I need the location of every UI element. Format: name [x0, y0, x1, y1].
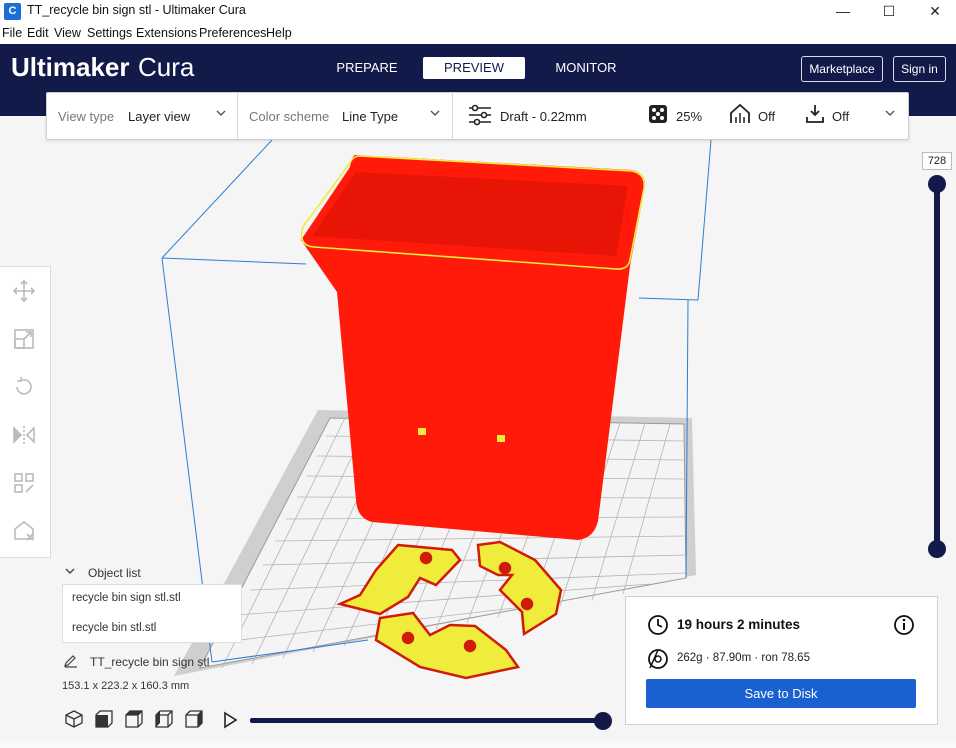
chevron-down-icon[interactable]	[215, 107, 227, 119]
scale-icon[interactable]	[12, 327, 36, 351]
menu-help[interactable]: Help	[266, 26, 292, 40]
minimize-button[interactable]: —	[820, 0, 866, 24]
support-value[interactable]: Off	[758, 109, 775, 124]
adhesion-icon[interactable]	[804, 103, 826, 125]
object-list-title[interactable]: Object list	[88, 566, 141, 580]
model-tools-panel	[0, 266, 51, 558]
window-titlebar: C TT_recycle bin sign stl - Ultimaker Cu…	[0, 0, 956, 24]
view-settings-toolbar: View type Layer view Color scheme Line T…	[46, 92, 909, 140]
list-item[interactable]: recycle bin sign stl.stl	[72, 592, 181, 604]
print-profile[interactable]: Draft - 0.22mm	[500, 109, 587, 124]
simulation-slider-handle[interactable]	[594, 712, 612, 730]
sign-in-button[interactable]: Sign in	[893, 56, 946, 82]
menubar: File Edit View Settings Extensions Prefe…	[0, 24, 956, 44]
color-scheme-label: Color scheme	[249, 109, 330, 124]
simulation-slider-track[interactable]	[250, 718, 605, 723]
menu-view[interactable]: View	[54, 26, 81, 40]
view-type-select[interactable]: Layer view	[128, 109, 190, 124]
menu-file[interactable]: File	[2, 26, 22, 40]
layer-slider-track[interactable]	[934, 184, 940, 549]
view-type-label: View type	[58, 109, 115, 124]
object-list: recycle bin sign stl.stl recycle bin stl…	[62, 584, 242, 643]
close-button[interactable]: ✕	[912, 0, 956, 24]
list-item[interactable]: recycle bin stl.stl	[72, 622, 156, 634]
tab-preview[interactable]: PREVIEW	[423, 57, 525, 79]
chevron-down-icon[interactable]	[884, 107, 896, 119]
print-time: 19 hours 2 minutes	[677, 617, 801, 632]
spool-icon	[648, 649, 668, 669]
front-view-icon[interactable]	[94, 709, 114, 729]
adhesion-value[interactable]: Off	[832, 109, 849, 124]
menu-preferences[interactable]: Preferences	[199, 26, 266, 40]
print-information-panel: 19 hours 2 minutes 262g · 87.90m · ron 7…	[625, 596, 938, 725]
cura-app-icon: C	[4, 3, 21, 20]
support-blocker-icon[interactable]	[12, 519, 36, 543]
menu-extensions[interactable]: Extensions	[136, 26, 197, 40]
product-logo: Cura	[138, 52, 195, 82]
menu-settings[interactable]: Settings	[87, 26, 132, 40]
support-icon[interactable]	[729, 103, 751, 125]
chevron-down-icon[interactable]	[64, 567, 76, 577]
mirror-icon[interactable]	[12, 423, 36, 447]
play-icon[interactable]	[222, 711, 238, 729]
toolbar-divider	[237, 93, 238, 139]
rotate-icon[interactable]	[12, 375, 36, 399]
save-to-disk-button[interactable]: Save to Disk	[646, 679, 916, 708]
marketplace-button[interactable]: Marketplace	[801, 56, 883, 82]
tab-prepare[interactable]: PREPARE	[330, 57, 404, 79]
brand-logo: Ultimaker	[11, 52, 130, 82]
3d-view-icon[interactable]	[64, 709, 84, 729]
window-title: TT_recycle bin sign stl - Ultimaker Cura	[27, 3, 246, 17]
right-view-icon[interactable]	[184, 709, 204, 729]
layer-slider-upper-handle[interactable]	[928, 175, 946, 193]
project-name[interactable]: TT_recycle bin sign stl	[90, 655, 209, 669]
clock-icon	[648, 615, 668, 635]
move-icon[interactable]	[12, 279, 36, 303]
settings-sliders-icon[interactable]	[467, 103, 493, 127]
edit-pencil-icon[interactable]	[63, 654, 79, 668]
infill-icon[interactable]	[647, 103, 669, 125]
tab-monitor[interactable]: MONITOR	[548, 57, 624, 79]
object-dimensions: 153.1 x 223.2 x 160.3 mm	[62, 680, 190, 692]
info-icon[interactable]	[893, 614, 915, 636]
maximize-button[interactable]: ☐	[866, 0, 912, 24]
per-model-settings-icon[interactable]	[12, 471, 36, 495]
chevron-down-icon[interactable]	[429, 107, 441, 119]
infill-value[interactable]: 25%	[676, 109, 702, 124]
material-estimate: 262g · 87.90m · ron 78.65	[677, 652, 810, 664]
color-scheme-select[interactable]: Line Type	[342, 109, 398, 124]
menu-edit[interactable]: Edit	[27, 26, 49, 40]
left-view-icon[interactable]	[154, 709, 174, 729]
toolbar-divider	[452, 93, 453, 139]
current-layer-number[interactable]: 728	[922, 152, 952, 170]
layer-slider-lower-handle[interactable]	[928, 540, 946, 558]
top-view-icon[interactable]	[124, 709, 144, 729]
